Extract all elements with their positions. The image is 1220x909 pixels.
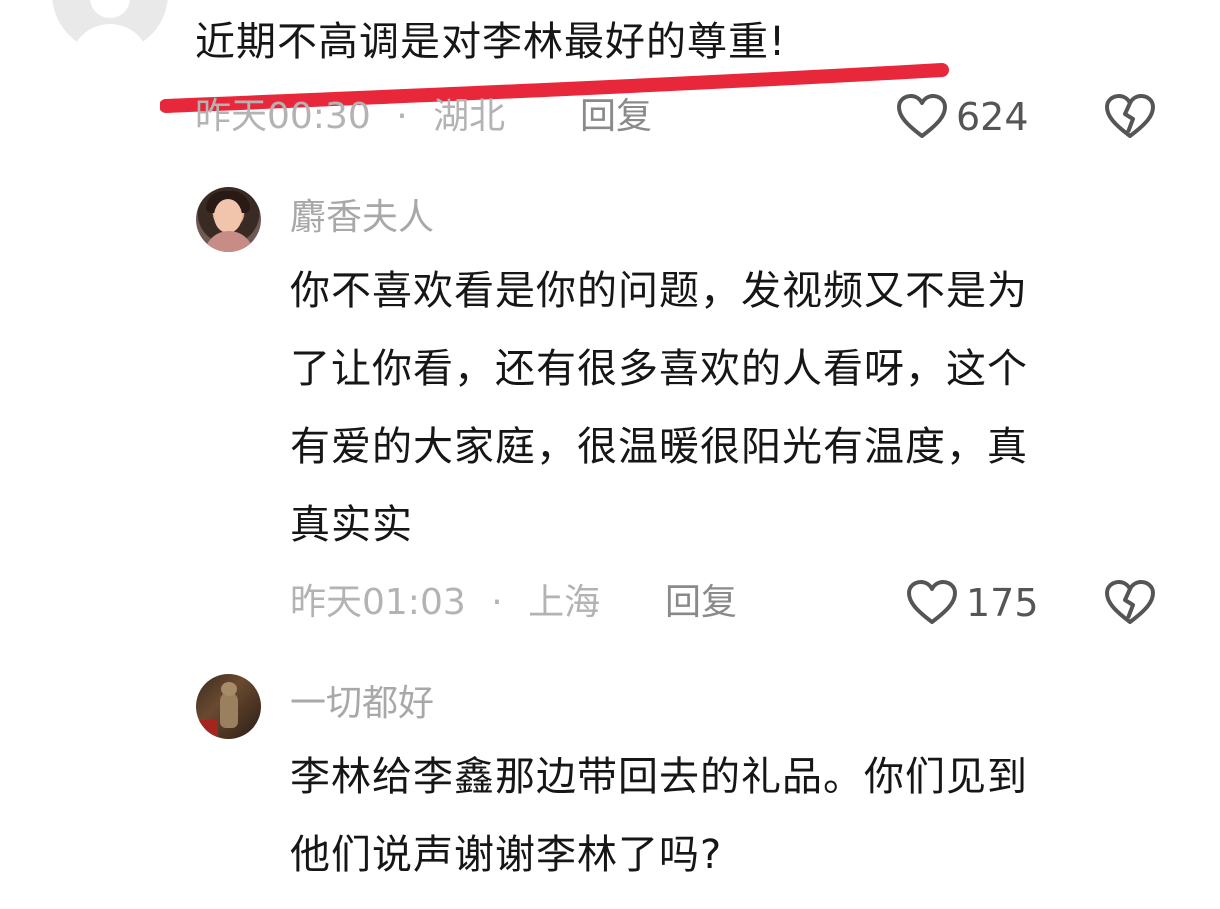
comment-location: 上海 — [528, 582, 601, 623]
dislike-button[interactable] — [1104, 92, 1156, 142]
like-count: 175 — [966, 581, 1039, 625]
username[interactable]: 一切都好 — [290, 679, 434, 729]
avatar[interactable] — [52, 0, 168, 52]
like-button[interactable]: 175 — [906, 578, 1039, 628]
like-count: 624 — [956, 95, 1029, 139]
avatar[interactable] — [196, 674, 261, 739]
comment-meta: 昨天01:03 · 上海 — [290, 578, 600, 628]
reply-button[interactable]: 回复 — [665, 578, 737, 628]
comment-line: 他们说声谢谢李林了吗? — [290, 832, 723, 878]
comment-text: 你不喜欢看是你的问题，发视频又不是为 了让你看，还有很多喜欢的人看呀，这个 有爱… — [290, 252, 1028, 564]
heart-outline-icon — [906, 580, 958, 626]
heart-outline-icon — [896, 94, 948, 140]
broken-heart-icon — [1104, 94, 1156, 140]
comment-time: 昨天01:03 — [290, 582, 466, 623]
meta-separator: · — [396, 96, 408, 137]
broken-heart-icon — [1104, 580, 1156, 626]
username[interactable]: 麝香夫人 — [290, 193, 434, 243]
comment-line: 你不喜欢看是你的问题，发视频又不是为 — [290, 268, 1028, 314]
avatar[interactable] — [196, 187, 261, 252]
comment-line: 有爱的大家庭，很温暖很阳光有温度，真 — [290, 424, 1028, 470]
comment-line: 了让你看，还有很多喜欢的人看呀，这个 — [290, 346, 1028, 392]
meta-separator: · — [491, 582, 503, 623]
reply-button[interactable]: 回复 — [580, 92, 652, 142]
comment-line: 真实实 — [290, 502, 413, 548]
dislike-button[interactable] — [1104, 578, 1156, 628]
comment-text: 李林给李鑫那边带回去的礼品。你们见到 他们说声谢谢李林了吗? — [290, 738, 1028, 894]
comment-line: 李林给李鑫那边带回去的礼品。你们见到 — [290, 754, 1028, 800]
comment-time: 昨天00:30 — [195, 96, 371, 137]
like-button[interactable]: 624 — [896, 92, 1029, 142]
comment-meta: 昨天00:30 · 湖北 — [195, 92, 505, 142]
comment-location: 湖北 — [433, 96, 506, 137]
